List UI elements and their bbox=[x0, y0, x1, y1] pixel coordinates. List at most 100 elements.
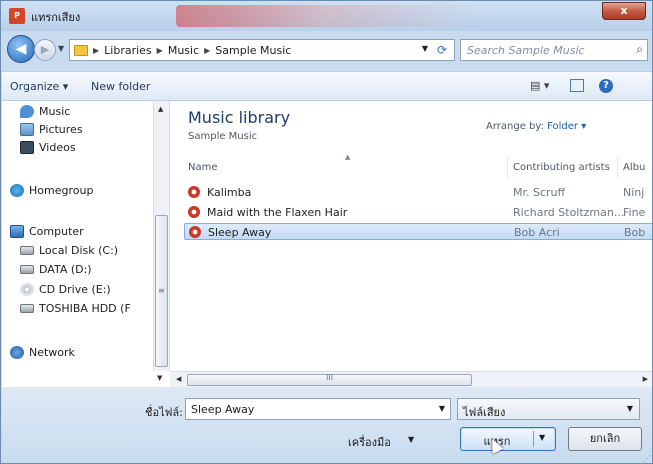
tools-button[interactable]: เครื่องมือ bbox=[348, 433, 391, 451]
breadcrumb-music[interactable]: Music bbox=[168, 44, 199, 57]
audio-file-icon bbox=[188, 186, 200, 198]
audio-file-icon bbox=[189, 226, 201, 238]
powerpoint-app-icon: P bbox=[9, 8, 25, 24]
scrollbar-thumb[interactable]: III bbox=[187, 373, 472, 386]
arrange-by: Arrange by: Folder ▾ bbox=[486, 121, 586, 132]
library-subtitle: Sample Music bbox=[188, 131, 258, 142]
arrange-by-dropdown[interactable]: Folder ▾ bbox=[547, 121, 586, 132]
file-list-pane: Music library Sample Music Arrange by: F… bbox=[170, 101, 652, 371]
file-album: Fine bbox=[623, 206, 646, 219]
file-list-horizontal-scrollbar[interactable]: ◀ III ▶ bbox=[170, 371, 652, 387]
file-row[interactable]: Maid with the Flaxen Hair Richard Stoltz… bbox=[184, 204, 652, 221]
back-button[interactable]: ◀ bbox=[7, 35, 35, 63]
tools-dropdown-icon[interactable]: ▼ bbox=[408, 435, 414, 444]
forward-button[interactable]: ▶ bbox=[34, 39, 56, 61]
nav-item-toshiba-hdd[interactable]: TOSHIBA HDD (F bbox=[20, 302, 131, 315]
column-header-album[interactable]: Albu bbox=[623, 162, 645, 173]
file-artist: Richard Stoltzman... bbox=[513, 206, 625, 219]
filename-value: Sleep Away bbox=[191, 403, 255, 416]
file-type-value: ไฟล์เสียง bbox=[463, 406, 506, 419]
column-header-artists[interactable]: Contributing artists bbox=[513, 162, 610, 173]
filename-input[interactable]: Sleep Away ▼ bbox=[185, 398, 451, 420]
column-header-name[interactable]: Name bbox=[188, 162, 218, 173]
nav-item-homegroup[interactable]: Homegroup bbox=[10, 184, 93, 197]
address-dropdown-icon[interactable]: ▼ bbox=[422, 44, 428, 53]
dialog-footer: ชื่อไฟล์: Sleep Away ▼ ไฟล์เสียง ▼ เครื่… bbox=[2, 387, 652, 463]
drive-icon bbox=[20, 304, 34, 313]
nav-item-label: CD Drive (E:) bbox=[39, 283, 111, 296]
nav-item-label: Homegroup bbox=[29, 184, 94, 197]
insert-options-dropdown-icon[interactable]: ▼ bbox=[539, 433, 545, 442]
navigation-bar: ◀ ▶ ▼ ▶ Libraries ▶ Music ▶ Sample Music… bbox=[1, 31, 652, 67]
chevron-right-icon[interactable]: ▶ bbox=[93, 46, 99, 55]
sort-ascending-icon: ▲ bbox=[345, 153, 351, 161]
recent-pages-dropdown-icon[interactable]: ▼ bbox=[58, 44, 64, 53]
scroll-left-arrow-icon[interactable]: ◀ bbox=[176, 375, 181, 383]
file-row-selected[interactable]: Sleep Away Bob Acri Bob bbox=[184, 223, 652, 240]
homegroup-icon bbox=[10, 184, 24, 197]
arrange-by-label: Arrange by: bbox=[486, 121, 544, 132]
nav-pane-scrollbar[interactable]: ▲ ≡ bbox=[153, 101, 169, 371]
title-bar[interactable]: P แทรกเสียง x bbox=[1, 1, 652, 31]
nav-item-videos[interactable]: Videos bbox=[20, 141, 76, 154]
nav-item-label: DATA (D:) bbox=[39, 263, 92, 276]
navigation-pane: Music Pictures Videos Homegroup Computer… bbox=[2, 101, 170, 371]
filename-label: ชื่อไฟล์: bbox=[145, 406, 183, 419]
insert-audio-dialog: P แทรกเสียง x ◀ ▶ ▼ ▶ Libraries ▶ Music … bbox=[0, 0, 653, 464]
file-row[interactable]: Kalimba Mr. Scruff Ninj bbox=[184, 184, 652, 201]
nav-item-music[interactable]: Music bbox=[20, 105, 70, 118]
nav-pane-footer: ▼ bbox=[2, 371, 170, 387]
insert-button[interactable]: แทรก ▼ bbox=[460, 427, 556, 451]
audio-file-icon bbox=[188, 206, 200, 218]
filename-dropdown-icon[interactable]: ▼ bbox=[439, 404, 445, 413]
search-input[interactable]: Search Sample Music ⌕ bbox=[460, 39, 648, 61]
music-icon bbox=[20, 105, 34, 118]
new-folder-button[interactable]: New folder bbox=[91, 80, 150, 93]
network-icon bbox=[10, 346, 24, 359]
breadcrumb-sample-music[interactable]: Sample Music bbox=[215, 44, 291, 57]
file-name: Sleep Away bbox=[208, 226, 272, 239]
nav-item-local-disk[interactable]: Local Disk (C:) bbox=[20, 244, 118, 257]
column-divider[interactable] bbox=[617, 156, 618, 178]
column-divider[interactable] bbox=[507, 156, 508, 178]
breadcrumb-libraries[interactable]: Libraries bbox=[104, 44, 152, 57]
nav-item-cd-drive[interactable]: CD Drive (E:) bbox=[20, 283, 111, 296]
cd-drive-icon bbox=[20, 283, 34, 296]
preview-pane-icon[interactable] bbox=[570, 79, 584, 92]
folder-icon bbox=[74, 44, 88, 56]
scroll-down-arrow-icon[interactable]: ▼ bbox=[157, 374, 162, 382]
nav-item-label: Local Disk (C:) bbox=[39, 244, 119, 257]
nav-item-label: Network bbox=[29, 346, 75, 359]
nav-item-label: Pictures bbox=[39, 123, 83, 136]
file-type-select[interactable]: ไฟล์เสียง ▼ bbox=[457, 398, 640, 420]
nav-item-pictures[interactable]: Pictures bbox=[20, 123, 83, 136]
close-button[interactable]: x bbox=[602, 2, 646, 20]
chevron-right-icon[interactable]: ▶ bbox=[204, 46, 210, 55]
nav-item-computer[interactable]: Computer bbox=[10, 225, 84, 238]
search-icon[interactable]: ⌕ bbox=[636, 42, 643, 57]
file-album: Ninj bbox=[623, 186, 645, 199]
scroll-up-arrow-icon[interactable]: ▲ bbox=[158, 105, 163, 113]
scrollbar-grip-icon: ≡ bbox=[158, 286, 165, 295]
chevron-down-icon[interactable]: ▼ bbox=[627, 404, 633, 413]
refresh-icon[interactable]: ⟳ bbox=[433, 41, 451, 59]
cancel-button[interactable]: ยกเลิก bbox=[568, 427, 642, 451]
local-disk-icon bbox=[20, 246, 34, 255]
address-bar[interactable]: ▶ Libraries ▶ Music ▶ Sample Music ▼ ⟳ bbox=[69, 39, 455, 61]
nav-item-network[interactable]: Network bbox=[10, 346, 75, 359]
chevron-right-icon[interactable]: ▶ bbox=[157, 46, 163, 55]
nav-item-data-drive[interactable]: DATA (D:) bbox=[20, 263, 92, 276]
window-title: แทรกเสียง bbox=[31, 11, 81, 24]
resize-grip-icon[interactable]: ⋰ bbox=[643, 454, 651, 463]
scroll-right-arrow-icon[interactable]: ▶ bbox=[643, 375, 648, 383]
help-icon[interactable]: ? bbox=[599, 79, 613, 93]
file-name: Kalimba bbox=[207, 186, 252, 199]
change-view-icon[interactable]: ▤ ▾ bbox=[530, 79, 549, 92]
file-artist: Mr. Scruff bbox=[513, 186, 566, 199]
organize-button[interactable]: Organize ▾ bbox=[10, 80, 68, 93]
scrollbar-grip-icon: III bbox=[326, 373, 334, 382]
split-divider bbox=[533, 431, 534, 447]
background-window-title bbox=[176, 5, 476, 27]
file-artist: Bob Acri bbox=[514, 226, 560, 239]
nav-item-label: Music bbox=[39, 105, 71, 118]
